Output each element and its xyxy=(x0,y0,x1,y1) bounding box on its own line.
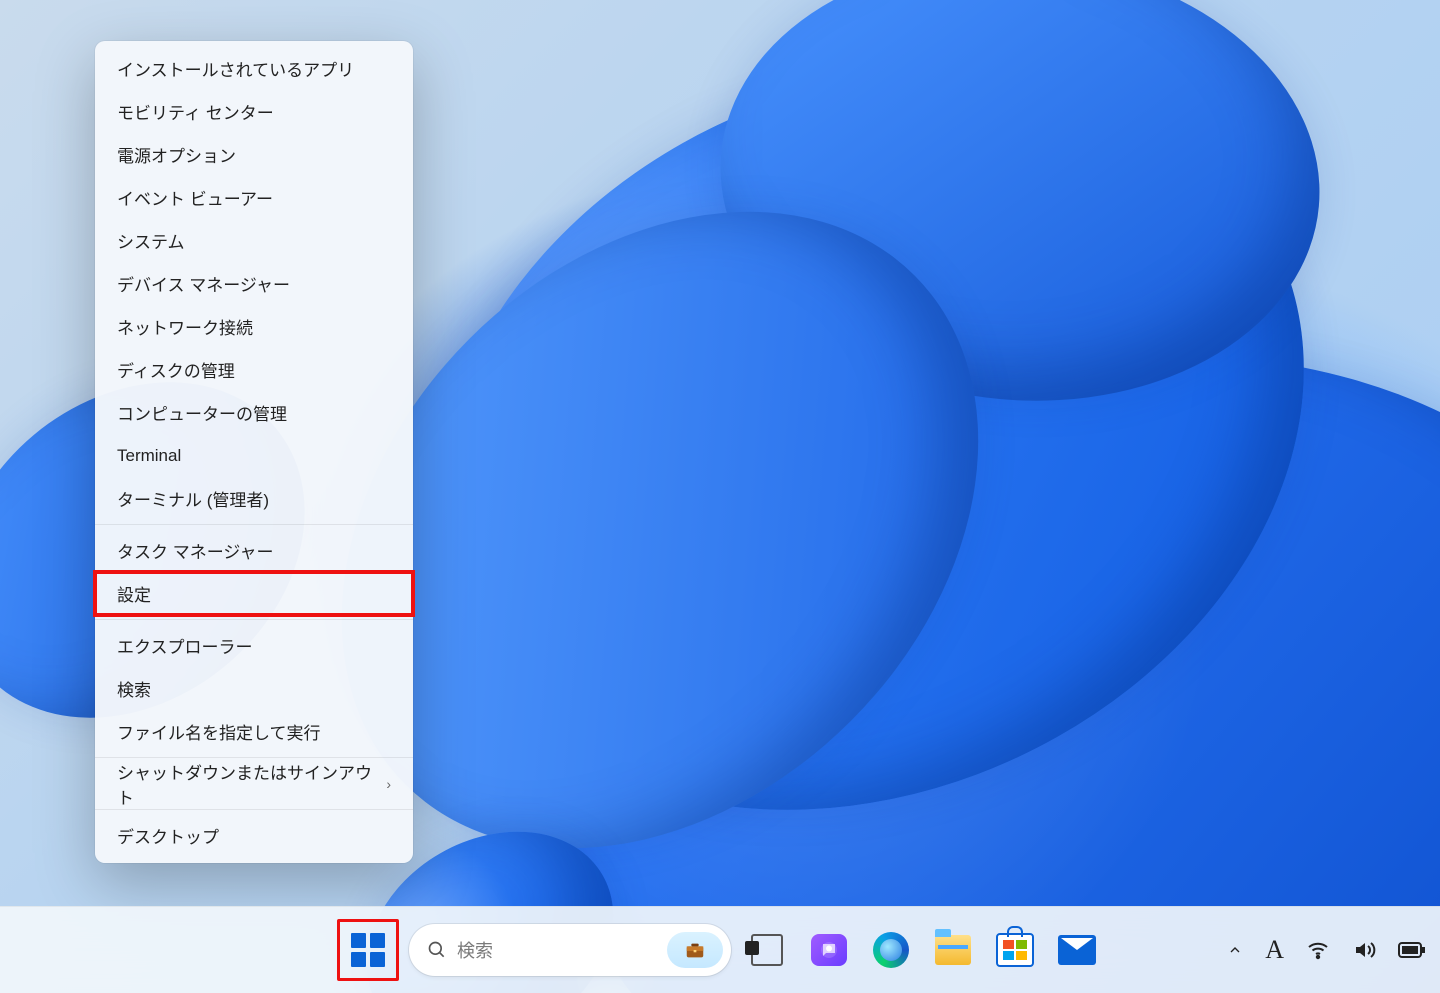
system-tray: A xyxy=(1227,935,1426,965)
winx-item-label: Terminal xyxy=(117,446,181,466)
winx-item[interactable]: タスク マネージャー xyxy=(95,529,413,572)
start-button[interactable] xyxy=(342,924,394,976)
desktop[interactable]: インストールされているアプリモビリティ センター電源オプションイベント ビューア… xyxy=(0,0,1440,993)
winx-item[interactable]: 電源オプション xyxy=(95,133,413,176)
winx-item[interactable]: シャットダウンまたはサインアウト› xyxy=(95,762,413,805)
chat-button[interactable] xyxy=(803,924,855,976)
winx-menu: インストールされているアプリモビリティ センター電源オプションイベント ビューア… xyxy=(95,41,413,863)
winx-item-label: タスク マネージャー xyxy=(117,538,274,563)
edge-icon xyxy=(873,932,909,968)
winx-item-label: インストールされているアプリ xyxy=(117,56,354,81)
taskbar-search[interactable]: 検索 xyxy=(409,924,731,976)
store-icon xyxy=(996,933,1034,967)
store-button[interactable] xyxy=(989,924,1041,976)
winx-item[interactable]: ネットワーク接続 xyxy=(95,305,413,348)
winx-item-label: 設定 xyxy=(117,581,151,606)
chevron-right-icon: › xyxy=(386,776,391,792)
tray-overflow-button[interactable] xyxy=(1227,942,1243,958)
search-placeholder: 検索 xyxy=(457,937,657,963)
ime-button[interactable]: A xyxy=(1265,935,1284,965)
task-view-icon xyxy=(751,934,783,966)
task-view-button[interactable] xyxy=(741,924,793,976)
winx-item-label: モビリティ センター xyxy=(117,99,274,124)
winx-item-label: イベント ビューアー xyxy=(117,185,273,210)
winx-item-label: シャットダウンまたはサインアウト xyxy=(117,759,386,809)
winx-item[interactable]: ファイル名を指定して実行 xyxy=(95,710,413,753)
file-explorer-button[interactable] xyxy=(927,924,979,976)
winx-item[interactable]: ディスクの管理 xyxy=(95,348,413,391)
winx-item-label: システム xyxy=(117,228,185,253)
winx-item[interactable]: モビリティ センター xyxy=(95,90,413,133)
search-highlight-chip[interactable] xyxy=(667,932,723,968)
winx-item-label: ファイル名を指定して実行 xyxy=(117,719,321,744)
winx-item[interactable]: システム xyxy=(95,219,413,262)
menu-separator xyxy=(95,524,413,525)
winx-item[interactable]: エクスプローラー xyxy=(95,624,413,667)
wifi-icon xyxy=(1306,938,1330,962)
winx-item-label: 検索 xyxy=(117,676,151,701)
winx-item[interactable]: デバイス マネージャー xyxy=(95,262,413,305)
winx-item[interactable]: ターミナル (管理者) xyxy=(95,477,413,520)
winx-item-label: コンピューターの管理 xyxy=(117,400,287,425)
winx-item[interactable]: コンピューターの管理 xyxy=(95,391,413,434)
mail-button[interactable] xyxy=(1051,924,1103,976)
winx-item-label: ネットワーク接続 xyxy=(117,314,253,339)
battery-button[interactable] xyxy=(1398,940,1426,960)
mail-icon xyxy=(1058,935,1096,965)
winx-item-label: ターミナル (管理者) xyxy=(117,486,269,511)
volume-button[interactable] xyxy=(1352,938,1376,962)
winx-item[interactable]: Terminal xyxy=(95,434,413,477)
menu-separator xyxy=(95,619,413,620)
winx-item[interactable]: インストールされているアプリ xyxy=(95,47,413,90)
winx-item-label: 電源オプション xyxy=(117,142,236,167)
start-highlight xyxy=(337,919,399,981)
taskbar-center: 検索 xyxy=(337,919,1103,981)
taskbar: 検索 xyxy=(0,906,1440,993)
windows-logo-icon xyxy=(351,933,385,967)
winx-item-label: エクスプローラー xyxy=(117,633,253,658)
winx-item[interactable]: デスクトップ xyxy=(95,814,413,857)
edge-button[interactable] xyxy=(865,924,917,976)
battery-icon xyxy=(1398,940,1426,960)
chevron-up-icon xyxy=(1227,942,1243,958)
winx-item-label: デバイス マネージャー xyxy=(117,271,290,296)
winx-item[interactable]: 検索 xyxy=(95,667,413,710)
search-icon xyxy=(427,940,447,960)
winx-item-label: デスクトップ xyxy=(117,823,219,848)
speaker-icon xyxy=(1352,938,1376,962)
folder-icon xyxy=(935,935,971,965)
winx-item-label: ディスクの管理 xyxy=(117,357,235,382)
briefcase-icon xyxy=(684,939,706,961)
wifi-button[interactable] xyxy=(1306,938,1330,962)
chat-icon xyxy=(811,934,847,966)
menu-separator xyxy=(95,809,413,810)
winx-item[interactable]: 設定 xyxy=(95,572,413,615)
winx-item[interactable]: イベント ビューアー xyxy=(95,176,413,219)
